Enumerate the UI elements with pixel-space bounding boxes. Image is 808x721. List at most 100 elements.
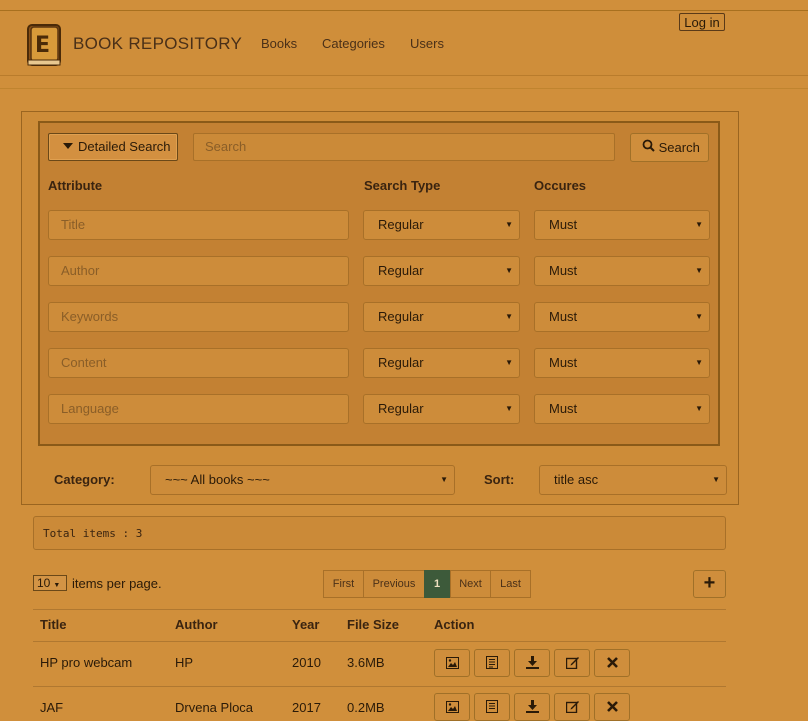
title-search-type-select[interactable]: Regular ▼ — [363, 210, 520, 240]
dropdown-arrow-icon: ▼ — [53, 582, 61, 589]
title-occures-select[interactable]: Must ▼ — [534, 210, 710, 240]
delete-button[interactable] — [594, 649, 630, 677]
select-value: Regular — [378, 355, 424, 370]
document-icon — [486, 654, 498, 671]
dropdown-arrow-icon: ▼ — [695, 404, 703, 413]
dropdown-arrow-icon: ▼ — [695, 358, 703, 367]
content-occures-select[interactable]: Must ▼ — [534, 348, 710, 378]
page-1[interactable]: 1 — [424, 570, 450, 598]
download-icon — [525, 654, 539, 671]
select-value: Must — [549, 309, 578, 324]
dropdown-arrow-icon: ▼ — [695, 266, 703, 275]
caret-down-icon — [63, 143, 73, 149]
cover-button[interactable] — [434, 649, 470, 677]
cell-author: HP — [175, 655, 194, 670]
keywords-search-type-select[interactable]: Regular ▼ — [363, 302, 520, 332]
dropdown-arrow-icon: ▼ — [505, 358, 513, 367]
content-field[interactable]: Content — [48, 348, 349, 378]
plus-icon: + — [703, 572, 716, 594]
navbar-divider — [0, 88, 808, 89]
page-last[interactable]: Last — [490, 570, 531, 598]
details-button[interactable] — [474, 693, 510, 721]
category-label: Category: — [54, 472, 115, 487]
select-value: Regular — [378, 217, 424, 232]
nav-categories[interactable]: Categories — [322, 36, 385, 51]
select-value: Regular — [378, 309, 424, 324]
image-icon — [445, 654, 459, 671]
author-search-type-select[interactable]: Regular ▼ — [363, 256, 520, 286]
search-input[interactable]: Search — [193, 133, 615, 161]
per-page-label: items per page. — [72, 576, 162, 591]
download-button[interactable] — [514, 649, 550, 677]
select-value: Must — [549, 401, 578, 416]
page-first[interactable]: First — [323, 570, 364, 598]
search-button-label: Search — [658, 140, 700, 155]
table-top-border — [33, 609, 726, 610]
dropdown-arrow-icon: ▼ — [505, 404, 513, 413]
col-title[interactable]: Title — [40, 617, 67, 632]
col-year[interactable]: Year — [292, 617, 319, 632]
search-icon — [642, 139, 655, 155]
col-author[interactable]: Author — [175, 617, 218, 632]
select-value: Must — [549, 263, 578, 278]
edit-button[interactable] — [554, 693, 590, 721]
select-value: Regular — [378, 263, 424, 278]
dropdown-arrow-icon: ▼ — [505, 312, 513, 321]
svg-text:E: E — [35, 33, 50, 58]
edit-icon — [565, 698, 579, 715]
select-value: ~~~ All books ~~~ — [165, 472, 270, 487]
author-occures-select[interactable]: Must ▼ — [534, 256, 710, 286]
delete-icon — [606, 698, 618, 715]
detailed-search-toggle[interactable]: Detailed Search — [48, 133, 178, 161]
keywords-occures-select[interactable]: Must ▼ — [534, 302, 710, 332]
document-icon — [486, 698, 498, 715]
login-button[interactable]: Log in — [679, 13, 725, 31]
nav-books[interactable]: Books — [261, 36, 297, 51]
select-value: Regular — [378, 401, 424, 416]
edit-icon — [565, 654, 579, 671]
delete-button[interactable] — [594, 693, 630, 721]
detailed-search-label: Detailed Search — [78, 139, 171, 154]
page-previous[interactable]: Previous — [363, 570, 425, 598]
language-field[interactable]: Language — [48, 394, 349, 424]
title-field[interactable]: Title — [48, 210, 349, 240]
edit-button[interactable] — [554, 649, 590, 677]
book-logo-icon[interactable]: E — [24, 22, 64, 68]
sort-select[interactable]: title asc ▼ — [539, 465, 727, 495]
dropdown-arrow-icon: ▼ — [695, 220, 703, 229]
row-border — [33, 686, 726, 687]
brand-title[interactable]: BOOK REPOSITORY — [73, 34, 242, 54]
per-page-select[interactable]: 10 ▼ — [33, 575, 67, 591]
col-action: Action — [434, 617, 475, 632]
page-next[interactable]: Next — [450, 570, 491, 598]
select-value: Must — [549, 355, 578, 370]
language-occures-select[interactable]: Must ▼ — [534, 394, 710, 424]
keywords-field[interactable]: Keywords — [48, 302, 349, 332]
select-value: title asc — [554, 472, 599, 487]
table-header-border — [33, 641, 726, 642]
nav-users[interactable]: Users — [410, 36, 444, 51]
cell-year: 2010 — [292, 655, 321, 670]
dropdown-arrow-icon: ▼ — [505, 220, 513, 229]
search-type-header: Search Type — [364, 178, 441, 193]
cell-file-size: 3.6MB — [347, 655, 385, 670]
dropdown-arrow-icon: ▼ — [505, 266, 513, 275]
total-items: Total items : 3 — [33, 516, 726, 550]
add-book-button[interactable]: + — [693, 570, 726, 598]
language-search-type-select[interactable]: Regular ▼ — [363, 394, 520, 424]
cell-title: HP pro webcam — [40, 655, 133, 670]
category-select[interactable]: ~~~ All books ~~~ ▼ — [150, 465, 455, 495]
select-value: Must — [549, 217, 578, 232]
content-search-type-select[interactable]: Regular ▼ — [363, 348, 520, 378]
search-button[interactable]: Search — [630, 133, 709, 162]
dropdown-arrow-icon: ▼ — [440, 475, 448, 484]
author-field[interactable]: Author — [48, 256, 349, 286]
cover-button[interactable] — [434, 693, 470, 721]
dropdown-arrow-icon: ▼ — [712, 475, 720, 484]
download-button[interactable] — [514, 693, 550, 721]
delete-icon — [606, 654, 618, 671]
attribute-header: Attribute — [48, 178, 103, 193]
details-button[interactable] — [474, 649, 510, 677]
download-icon — [525, 698, 539, 715]
col-file-size[interactable]: File Size — [347, 617, 399, 632]
